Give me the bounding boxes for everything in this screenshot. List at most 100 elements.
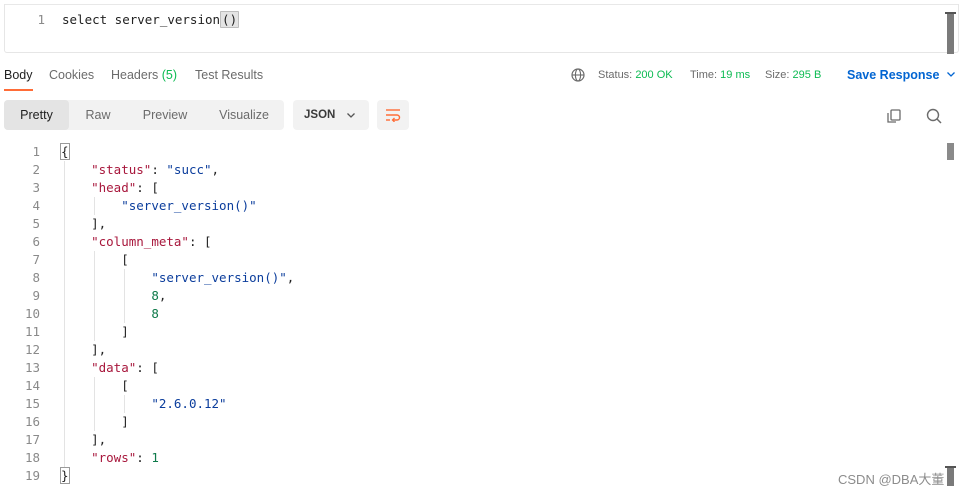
json-line-code: "server_version()": [61, 197, 257, 215]
json-token-key: "rows": [91, 450, 137, 465]
json-token-str: "succ": [166, 162, 212, 177]
response-scrollbar-cap: [945, 466, 956, 468]
save-response-label: Save Response: [847, 68, 940, 82]
json-line[interactable]: 7 [: [4, 251, 944, 269]
json-line-number: 16: [24, 414, 40, 429]
json-line[interactable]: 9 8,: [4, 287, 944, 305]
tab-test-results[interactable]: Test Results: [195, 68, 263, 82]
json-line-number: 12: [24, 342, 40, 357]
query-text[interactable]: select server_version(): [62, 11, 240, 29]
json-line-number: 9: [32, 288, 40, 303]
status-readout[interactable]: Status: 200 OK: [598, 69, 673, 81]
json-token-punc: }: [60, 467, 70, 484]
json-line[interactable]: 13 "data": [: [4, 359, 944, 377]
json-token-punc: [: [121, 378, 129, 393]
json-line-number: 8: [32, 270, 40, 285]
tab-body[interactable]: Body: [4, 68, 33, 82]
size-value: 295 B: [792, 69, 822, 81]
json-line[interactable]: 17 ],: [4, 431, 944, 449]
json-token-str: "2.6.0.12": [151, 396, 227, 411]
json-line[interactable]: 3 "head": [: [4, 179, 944, 197]
json-line[interactable]: 11 ]: [4, 323, 944, 341]
save-response-button[interactable]: Save Response: [847, 68, 956, 82]
json-line-code: "server_version()",: [61, 269, 294, 287]
query-editor[interactable]: 1 select server_version(): [4, 4, 959, 54]
json-token-key: "column_meta": [91, 234, 189, 249]
json-line-code: ],: [61, 341, 106, 359]
format-select-value: JSON: [304, 109, 336, 121]
response-tabs-bar: Body Cookies Headers (5) Test Results St…: [0, 60, 965, 92]
json-line[interactable]: 12 ],: [4, 341, 944, 359]
time-label: Time:: [690, 69, 718, 81]
json-line[interactable]: 5 ],: [4, 215, 944, 233]
json-token-punc: ,: [211, 162, 220, 177]
time-readout[interactable]: Time: 19 ms: [690, 69, 750, 81]
view-mode-pretty[interactable]: Pretty: [4, 100, 69, 130]
json-line-code: "status": "succ",: [61, 161, 219, 179]
json-line-code: 8,: [61, 287, 166, 305]
size-readout[interactable]: Size: 295 B: [765, 69, 821, 81]
json-token-punc: ]: [121, 324, 129, 339]
json-line-code: ],: [61, 215, 106, 233]
json-line[interactable]: 6 "column_meta": [: [4, 233, 944, 251]
json-token-punc: ,: [286, 270, 295, 285]
json-token-punc: : [: [136, 360, 159, 375]
query-scrollbar-cap: [945, 12, 956, 14]
status-label: Status:: [598, 69, 633, 81]
json-token-punc: [: [121, 252, 129, 267]
json-line[interactable]: 10 8: [4, 305, 944, 323]
json-token-punc: {: [60, 143, 70, 160]
response-scrollbar-top[interactable]: [947, 143, 954, 160]
size-label: Size:: [765, 69, 790, 81]
copy-icon[interactable]: [885, 107, 903, 125]
json-token-num: 8: [151, 288, 159, 303]
json-line-number: 13: [24, 360, 40, 375]
time-value: 19 ms: [720, 69, 751, 81]
tab-cookies[interactable]: Cookies: [49, 68, 94, 82]
json-token-key: "status": [91, 162, 152, 177]
view-mode-raw[interactable]: Raw: [72, 100, 124, 130]
format-select[interactable]: JSON: [293, 100, 369, 130]
query-text-paren: (): [220, 11, 240, 28]
wrap-lines-button[interactable]: [377, 100, 409, 130]
json-line[interactable]: 1{: [4, 143, 944, 161]
json-line[interactable]: 16 ]: [4, 413, 944, 431]
query-editor-border: [5, 4, 958, 5]
tab-headers[interactable]: Headers (5): [111, 68, 177, 82]
json-line[interactable]: 8 "server_version()",: [4, 269, 944, 287]
query-scrollbar[interactable]: [947, 12, 954, 54]
tab-headers-count: (5): [161, 68, 178, 82]
indent-guide: [124, 395, 126, 413]
json-token-punc: :: [136, 450, 152, 465]
json-token-key: "head": [91, 180, 137, 195]
json-line-number: 11: [24, 324, 40, 339]
view-mode-preview[interactable]: Preview: [130, 100, 200, 130]
json-line[interactable]: 2 "status": "succ",: [4, 161, 944, 179]
json-line-number: 6: [32, 234, 40, 249]
json-line-number: 4: [32, 198, 40, 213]
indent-guide: [94, 251, 96, 341]
wrap-lines-icon: [386, 109, 401, 122]
json-line[interactable]: 18 "rows": 1: [4, 449, 944, 467]
tab-body-underline: [4, 89, 33, 91]
json-line-number: 19: [24, 468, 40, 483]
response-body-editor[interactable]: 1{2 "status": "succ", 3 "head": [4 "serve…: [4, 143, 944, 485]
json-line[interactable]: 19}: [4, 467, 944, 485]
search-icon[interactable]: [925, 107, 943, 125]
json-line-code: "2.6.0.12": [61, 395, 227, 413]
json-token-str: "server_version()": [121, 198, 257, 213]
json-line-code: ],: [61, 431, 106, 449]
view-mode-visualize[interactable]: Visualize: [206, 100, 282, 130]
indent-guide: [124, 269, 126, 323]
json-line-number: 18: [24, 450, 40, 465]
json-line[interactable]: 4 "server_version()": [4, 197, 944, 215]
globe-icon[interactable]: [571, 68, 585, 82]
json-line[interactable]: 14 [: [4, 377, 944, 395]
query-text-main: select server_version: [62, 12, 221, 27]
json-line-number: 5: [32, 216, 40, 231]
response-scrollbar-bottom[interactable]: [947, 466, 954, 486]
json-line[interactable]: 15 "2.6.0.12": [4, 395, 944, 413]
query-line[interactable]: 1 select server_version(): [5, 11, 958, 29]
json-token-punc: ]: [121, 414, 129, 429]
query-line-number: 1: [37, 12, 45, 27]
